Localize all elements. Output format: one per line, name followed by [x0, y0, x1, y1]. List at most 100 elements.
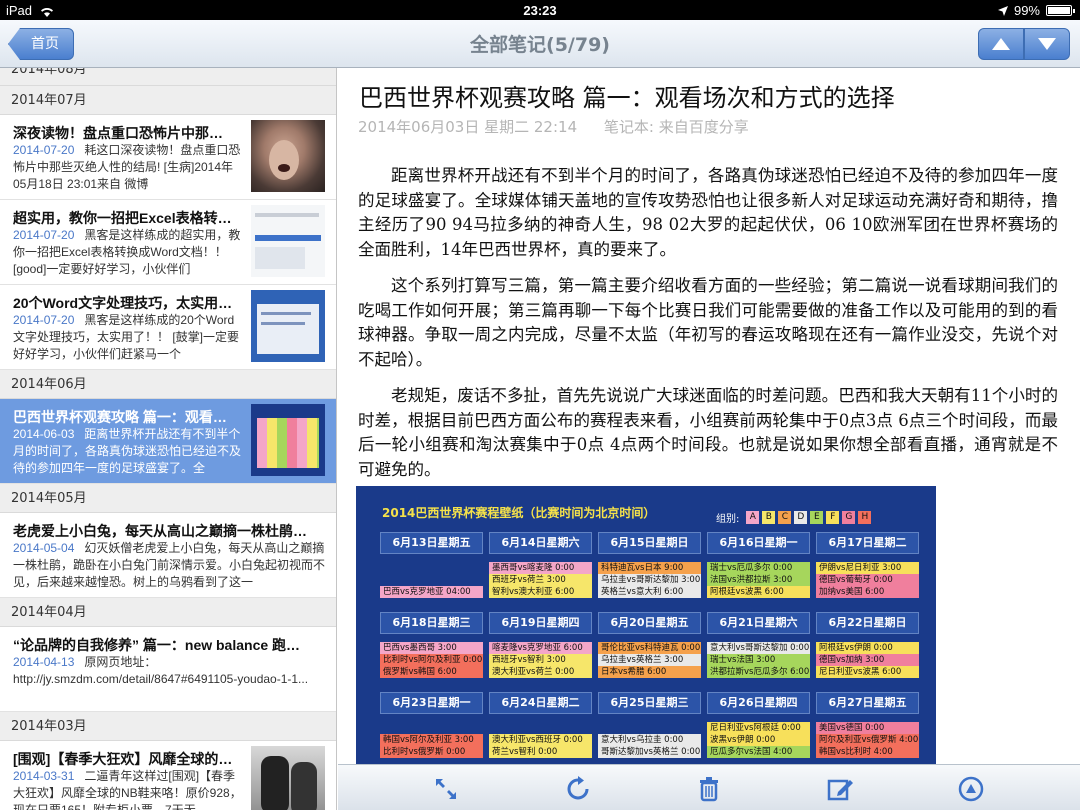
schedule-day-header: 6月26日星期四: [707, 692, 810, 714]
schedule-match-row: 巴西vs克罗地亚 04:00 墨西哥vs喀麦隆 0:00 西班牙vs荷兰 3:00 智…: [380, 562, 919, 598]
schedule-match: 加纳vs美国 6:00: [816, 586, 919, 598]
schedule-match: 韩国vs比利时 4:00: [816, 746, 919, 758]
note-item-date: 2014-03-31: [13, 769, 75, 783]
status-right: 99%: [997, 3, 1075, 18]
schedule-match-cell: 喀麦隆vs克罗地亚 6:00 西班牙vs智利 3:00 澳大利亚vs荷兰 0:00: [489, 642, 592, 678]
fullscreen-icon[interactable]: [432, 775, 460, 803]
note-item-title: 超实用，教你一招把Excel表格转…: [13, 210, 232, 226]
next-note-button[interactable]: [1024, 28, 1070, 60]
note-item-title: 20个Word文字处理技巧，太实用…: [13, 295, 233, 311]
section-header-partial: 2014年08月: [0, 68, 336, 86]
note-item-date: 2014-07-20: [13, 228, 75, 242]
schedule-match-cell: 澳大利亚vs西班牙 0:00 荷兰vs智利 0:00: [489, 722, 592, 758]
group-swatch: F: [826, 511, 840, 524]
schedule-match: 法国vs洪都拉斯 3:00: [707, 574, 810, 586]
note-item-snippet: 2014-04-13 原网页地址：http://jy.smzdm.com/deta…: [13, 654, 325, 705]
schedule-match-cell: 巴西vs克罗地亚 04:00: [380, 562, 483, 598]
note-item-snippet: 2014-07-20 黑客是这样练成的超实用，教你一招把Excel表格转换成Wor…: [13, 227, 245, 278]
shoe-shape: [261, 756, 289, 810]
note-detail-view[interactable]: 巴西世界杯观赛攻略 篇一：观看场次和方式的选择 2014年06月03日 星期二 …: [338, 68, 1080, 764]
previous-note-button[interactable]: [978, 28, 1024, 60]
note-list-item[interactable]: “论品牌的自我修养” 篇一：new balance 跑… 2014-04-13 原…: [0, 627, 336, 712]
schedule-match-cell: 尼日利亚vs阿根廷 0:00 波黑vs伊朗 0:00 厄瓜多尔vs法国 4:00: [707, 722, 810, 758]
schedule-match: 厄瓜多尔vs法国 4:00: [707, 746, 810, 758]
schedule-match: 巴西vs克罗地亚 04:00: [380, 586, 483, 598]
schedule-match: 瑞士vs厄瓜多尔 0:00: [707, 562, 810, 574]
note-list-item[interactable]: 超实用，教你一招把Excel表格转… 2014-07-20 黑客是这样练成的超实用…: [0, 200, 336, 285]
note-paragraph: 距离世界杯开战还有不到半个月的时间了，各路真伪球迷恐怕已经迫不及待的参加四年一度…: [358, 166, 1058, 259]
schedule-day-header: 6月15日星期日: [598, 532, 701, 554]
arrow-down-icon: [1038, 38, 1056, 50]
group-swatch: H: [858, 511, 872, 524]
schedule-day-header: 6月20日星期五: [598, 612, 701, 634]
schedule-day-header: 6月16日星期一: [707, 532, 810, 554]
schedule-day-header: 6月24日星期二: [489, 692, 592, 714]
note-item-title: 巴西世界杯观赛攻略 篇一：观看…: [13, 409, 227, 425]
thumb-line: [255, 213, 319, 217]
page-title: 全部笔记(5/79): [470, 34, 610, 56]
note-title: 巴西世界杯观赛攻略 篇一：观看场次和方式的选择: [359, 84, 895, 112]
shoe-shape: [291, 762, 317, 810]
schedule-day-row: 6月23日星期一 6月24日星期二 6月25日星期三 6月26日星期四 6月27日星期五: [380, 692, 919, 714]
schedule-match-cell: 美国vs德国 0:00 阿尔及利亚vs俄罗斯 4:00 韩国vs比利时 4:00: [816, 722, 919, 758]
section-header: 2014年07月: [0, 86, 336, 115]
note-list-item[interactable]: [围观]【春季大狂欢】风靡全球的… 2014-03-31 二逼青年这样过[围观]【…: [0, 741, 336, 810]
bottom-toolbar: [338, 764, 1080, 810]
group-swatch: C: [778, 511, 792, 524]
schedule-match: 智利vs澳大利亚 6:00: [489, 586, 592, 598]
schedule-match: 巴西vs墨西哥 3:00: [380, 642, 483, 654]
note-item-snippet: 2014-06-03 距离世界杯开战还有不到半个月的时间了，各路真伪球迷恐怕已经迫…: [13, 426, 245, 477]
schedule-match: 墨西哥vs喀麦隆 0:00: [489, 562, 592, 574]
schedule-match: 比利时vs俄罗斯 0:00: [380, 746, 483, 758]
schedule-match: 俄罗斯vs韩国 6:00: [380, 666, 483, 678]
trash-icon[interactable]: [695, 775, 723, 803]
battery-percent: 99%: [1013, 3, 1040, 18]
note-item-snippet: 2014-03-31 二逼青年这样过[围观]【春季大狂欢】风靡全球的NB鞋来咯！原…: [13, 768, 245, 810]
group-legend-label: 组别:: [716, 514, 740, 525]
section-header: 2014年06月: [0, 370, 336, 399]
schedule-match: 科特迪瓦vs日本 9:00: [598, 562, 701, 574]
group-swatch: G: [842, 511, 856, 524]
schedule-match: 英格兰vs意大利 6:00: [598, 586, 701, 598]
battery-icon: [1046, 5, 1075, 16]
schedule-match: 意大利vs哥斯达黎加 0:00: [707, 642, 810, 654]
schedule-match-row: 韩国vs阿尔及利亚 3:00 比利时vs俄罗斯 0:00 澳大利亚vs西班牙 0:0…: [380, 722, 919, 758]
note-list-item[interactable]: 深夜读物！盘点重口恐怖片中那… 2014-07-20 耗这口深夜读物！盘点重口恐怖…: [0, 115, 336, 200]
note-body: 距离世界杯开战还有不到半个月的时间了，各路真伪球迷恐怕已经迫不及待的参加四年一度…: [358, 164, 1058, 494]
schedule-match: 韩国vs阿尔及利亚 3:00: [380, 734, 483, 746]
schedule-match: 荷兰vs智利 0:00: [489, 746, 592, 758]
share-icon[interactable]: [957, 775, 985, 803]
group-legend: 组别: A B C D E F G H: [716, 510, 872, 525]
schedule-day-header: 6月22日星期日: [816, 612, 919, 634]
schedule-match: 乌拉圭vs哥斯达黎加 3:00: [598, 574, 701, 586]
note-paragraph: 老规矩，废话不多扯，首先先说说广大球迷面临的时差问题。巴西和我大天朝有11个小时…: [358, 386, 1058, 479]
note-list-sidebar[interactable]: 2014年08月 2014年07月 深夜读物！盘点重口恐怖片中那… 2014-0…: [0, 68, 337, 810]
schedule-match: 德国vs加纳 3:00: [816, 654, 919, 666]
schedule-match-cell: 科特迪瓦vs日本 9:00 乌拉圭vs哥斯达黎加 3:00 英格兰vs意大利 6:0…: [598, 562, 701, 598]
navigation-bar: 首页 全部笔记(5/79): [0, 20, 1080, 68]
schedule-match: 意大利vs乌拉圭 0:00: [598, 734, 701, 746]
thumb-grid: [257, 418, 319, 468]
group-swatch: D: [794, 511, 808, 524]
note-item-date: 2014-05-04: [13, 541, 75, 555]
schedule-day-row: 6月13日星期五 6月14日星期六 6月15日星期日 6月16日星期一 6月17日星期二: [380, 532, 919, 554]
schedule-match-cell: 瑞士vs厄瓜多尔 0:00 法国vs洪都拉斯 3:00 阿根廷vs波黑 6:00: [707, 562, 810, 598]
schedule-match: 澳大利亚vs西班牙 0:00: [489, 734, 592, 746]
edit-icon[interactable]: [826, 775, 854, 803]
note-item-date: 2014-06-03: [13, 427, 75, 441]
note-list-item[interactable]: 20个Word文字处理技巧，太实用… 2014-07-20 黑客是这样练成的20个…: [0, 285, 336, 370]
group-swatch: E: [810, 511, 824, 524]
thumb-bar: [255, 235, 321, 241]
note-item-title: 老虎爱上小白兔，每天从高山之巅摘一株杜鹃…: [13, 523, 307, 539]
note-thumbnail-image: [251, 120, 325, 192]
schedule-match: 尼日利亚vs阿根廷 0:00: [707, 722, 810, 734]
note-notebook: 笔记本: 来自百度分享: [603, 118, 749, 136]
schedule-match-cell: 韩国vs阿尔及利亚 3:00 比利时vs俄罗斯 0:00: [380, 722, 483, 758]
schedule-day-header: 6月13日星期五: [380, 532, 483, 554]
thumb-line: [261, 312, 311, 315]
note-list-item[interactable]: 老虎爱上小白兔，每天从高山之巅摘一株杜鹃… 2014-05-04 幻灭妖僧老虎爱上…: [0, 513, 336, 598]
schedule-day-header: 6月17日星期二: [816, 532, 919, 554]
note-list-item-selected[interactable]: 巴西世界杯观赛攻略 篇一：观看… 2014-06-03 距离世界杯开战还有不到半个…: [0, 399, 336, 484]
schedule-match: 日本vs希腊 6:00: [598, 666, 701, 678]
refresh-icon[interactable]: [564, 775, 592, 803]
